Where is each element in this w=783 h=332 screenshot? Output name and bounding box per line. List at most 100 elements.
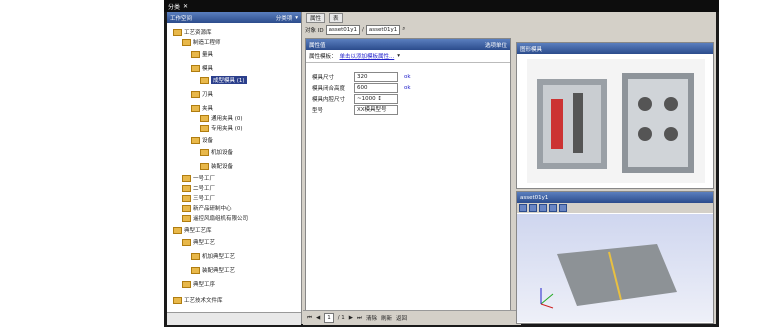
clear-button[interactable]: 清除 [366, 314, 377, 322]
tree-node[interactable]: 二号工厂 [182, 184, 215, 192]
property-value[interactable]: 600 [354, 82, 398, 93]
gauge-icon [191, 50, 200, 58]
properties-title: 属性值 [309, 42, 326, 49]
category-dropdown[interactable]: 分类项 [276, 14, 293, 22]
close-icon[interactable]: ✕ [183, 3, 188, 10]
tree-node[interactable]: 典型工序 [182, 280, 215, 288]
tree-node-label: 专用夹具 (0) [211, 126, 243, 132]
next-page-icon[interactable]: ▶ [349, 315, 353, 321]
tree-node[interactable]: 装配典型工艺 [191, 266, 235, 274]
add-template-link[interactable]: 单击以添加模板属性... [340, 52, 395, 60]
tree-node[interactable]: 工艺技术文件库 [173, 296, 223, 304]
typical-db-icon [173, 226, 182, 234]
tree-node-label: 典型工序 [193, 282, 216, 288]
tree-node[interactable]: 新产品研制中心 [182, 204, 232, 212]
tree-node[interactable]: 通用夹具 (0) [200, 114, 243, 122]
tree-node-label: 典型工艺库 [184, 228, 212, 234]
tree-node[interactable]: 刀具 [191, 90, 213, 98]
fit-icon[interactable] [549, 204, 557, 212]
page-total: / 1 [337, 315, 345, 321]
tree-node[interactable]: 遥控风扇组机有限公司 [182, 214, 248, 222]
right-panel: 图形模具 asset01y1 [516, 42, 714, 324]
refresh-button[interactable]: 刷新 [381, 314, 392, 322]
window-title: 分类 [168, 4, 181, 11]
tree-node[interactable]: 专用夹具 (0) [200, 124, 243, 132]
tree-node[interactable]: 典型工艺 [182, 238, 215, 246]
window-titlebar: 分类 ✕ [164, 0, 719, 12]
chevron-down-icon[interactable]: ▾ [397, 53, 400, 59]
tree-node[interactable]: 典型工艺库 [173, 226, 212, 234]
page-input[interactable]: 1 [324, 313, 334, 323]
tree-node[interactable]: 设备 [191, 136, 213, 144]
property-value[interactable]: 320 [354, 71, 398, 82]
tree-node[interactable]: 装配设备 [200, 162, 233, 170]
chevron-down-icon[interactable]: ▾ [295, 15, 298, 21]
tree-node-label: 二号工厂 [193, 186, 216, 192]
equipment-icon [191, 136, 200, 144]
last-page-icon[interactable]: ⏭ [357, 315, 362, 322]
back-button[interactable]: 返回 [396, 314, 407, 322]
tab-table[interactable]: 表 [329, 13, 343, 23]
mold-icon [191, 64, 200, 72]
template-label: 属性模板： [309, 54, 337, 60]
property-link[interactable]: ok [404, 85, 411, 91]
search-icon[interactable]: ⌕ [402, 26, 405, 33]
tree-node[interactable]: 工艺资源库 [173, 28, 212, 36]
folder-icon [173, 296, 182, 304]
process-item-icon [191, 252, 200, 260]
tree-node[interactable]: 一号工厂 [182, 174, 215, 182]
tree-node-label: 遥控风扇组机有限公司 [193, 216, 249, 222]
tree-node[interactable]: 模具 [191, 64, 213, 72]
properties-panel: 属性值 选项单位 属性模板： 单击以添加模板属性... ▾ 模具尺寸 320 ok 模… [305, 38, 511, 312]
zoom-icon[interactable] [519, 204, 527, 212]
tree-node-label: 新产品研制中心 [193, 206, 232, 212]
left-panel-title: 工作空间 [170, 15, 193, 22]
property-row: 模具闭合高度 600 ok [312, 82, 502, 93]
assembly-icon [200, 162, 209, 170]
view-icon[interactable] [559, 204, 567, 212]
image-panel-title: 图形模具 [520, 46, 543, 53]
factory-icon [182, 194, 191, 202]
property-value[interactable]: ~1000 ↕ [354, 93, 398, 104]
tree-node[interactable]: 夹具 [191, 104, 213, 112]
middle-panel: 属性 表 对象 ID asset01y1 / asset01y1 ⌕ 属性值 选… [303, 12, 521, 325]
fixture-icon [191, 104, 200, 112]
property-value[interactable]: XX模具型号 [354, 104, 398, 115]
object-name-field[interactable]: asset01y1 [365, 24, 401, 35]
tree-node-label: 三号工厂 [193, 196, 216, 202]
tree-node[interactable]: 机加设备 [200, 148, 233, 156]
fixture-item-icon [200, 124, 209, 132]
factory-icon [182, 214, 191, 222]
mold-image-panel: 图形模具 [516, 42, 714, 189]
viewer-title: asset01y1 [520, 194, 549, 201]
pager-bar: ⏮ ◀ 1 / 1 ▶ ⏭ 清除 刷新 返回 [303, 310, 521, 325]
operation-icon [182, 280, 191, 288]
tree-node-label: 机加典型工艺 [202, 254, 236, 260]
tree-node[interactable]: 三号工厂 [182, 194, 215, 202]
rotate-icon[interactable] [539, 204, 547, 212]
mold-photo [527, 59, 705, 183]
tree-node-label: 刀具 [202, 92, 214, 98]
property-row: 模具尺寸 320 ok [312, 71, 502, 82]
factory-icon [182, 174, 191, 182]
horizontal-scrollbar[interactable] [167, 312, 301, 325]
app-window: 分类 ✕ 工作空间 分类项 ▾ 工艺资源库制造工程师量具模具成型模具 (1) 刀具… [164, 0, 719, 327]
tree-node[interactable]: 成型模具 (1) [200, 76, 247, 84]
properties-header: 属性值 选项单位 [306, 39, 510, 50]
prev-page-icon[interactable]: ◀ [316, 315, 320, 321]
tab-properties[interactable]: 属性 [306, 13, 326, 23]
first-page-icon[interactable]: ⏮ [307, 315, 312, 322]
tree-node[interactable]: 量具 [191, 50, 213, 58]
workspace: 工作空间 分类项 ▾ 工艺资源库制造工程师量具模具成型模具 (1) 刀具夹具通用夹… [167, 12, 716, 325]
window-title-row: 分类 ✕ [168, 2, 188, 11]
tree-node[interactable]: 机加典型工艺 [191, 252, 235, 260]
pan-icon[interactable] [529, 204, 537, 212]
tree-node[interactable]: 制造工程师 [182, 38, 221, 46]
process-item-icon [191, 266, 200, 274]
object-id-field[interactable]: asset01y1 [325, 24, 361, 35]
unit-option[interactable]: 选项单位 [485, 41, 507, 49]
tree-node-label: 工艺技术文件库 [184, 298, 223, 304]
factory-icon [182, 184, 191, 192]
property-link[interactable]: ok [404, 74, 411, 80]
3d-viewport[interactable] [517, 214, 713, 322]
